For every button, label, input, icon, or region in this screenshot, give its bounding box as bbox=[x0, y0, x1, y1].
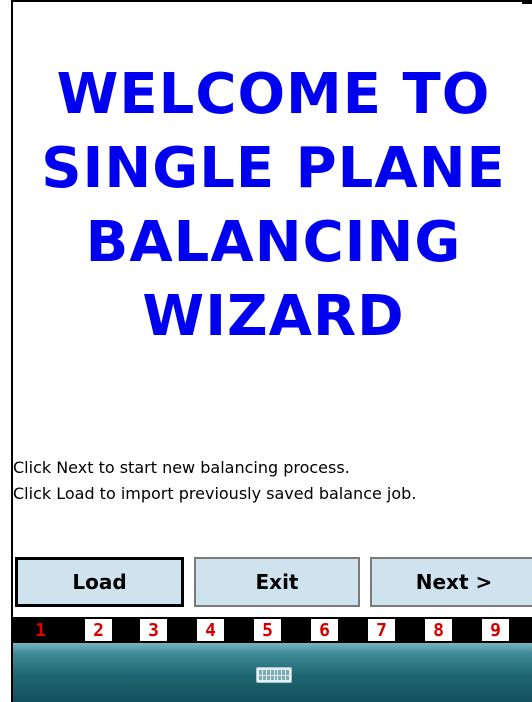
instruction-next: Click Next to start new balancing proces… bbox=[13, 458, 350, 477]
exit-button[interactable]: Exit bbox=[194, 557, 360, 607]
top-border bbox=[13, 0, 532, 2]
title-line-1: WELCOME TO bbox=[56, 62, 491, 127]
instructions: Click Next to start new balancing proces… bbox=[13, 455, 532, 507]
step-1: 1 bbox=[27, 619, 54, 641]
title-line-2: SINGLE PLANE bbox=[41, 136, 506, 201]
step-indicator: 1 2 3 4 5 6 7 8 9 bbox=[13, 617, 532, 643]
wizard-screen: WELCOME TO SINGLE PLANE BALANCING WIZARD… bbox=[11, 0, 532, 702]
keyboard-icon[interactable] bbox=[256, 667, 292, 683]
step-3: 3 bbox=[140, 619, 167, 641]
next-button[interactable]: Next > bbox=[370, 557, 532, 607]
step-2: 2 bbox=[85, 619, 112, 641]
step-7: 7 bbox=[368, 619, 395, 641]
step-5: 5 bbox=[254, 619, 281, 641]
wizard-title: WELCOME TO SINGLE PLANE BALANCING WIZARD bbox=[13, 58, 532, 354]
step-4: 4 bbox=[197, 619, 224, 641]
step-8: 8 bbox=[425, 619, 452, 641]
top-corner-mark bbox=[522, 0, 532, 4]
title-line-3: BALANCING bbox=[85, 210, 462, 275]
taskbar bbox=[13, 643, 532, 702]
title-line-4: WIZARD bbox=[142, 284, 405, 349]
load-button[interactable]: Load bbox=[15, 557, 184, 607]
step-6: 6 bbox=[311, 619, 338, 641]
instruction-load: Click Load to import previously saved ba… bbox=[13, 484, 417, 503]
step-9: 9 bbox=[482, 619, 509, 641]
